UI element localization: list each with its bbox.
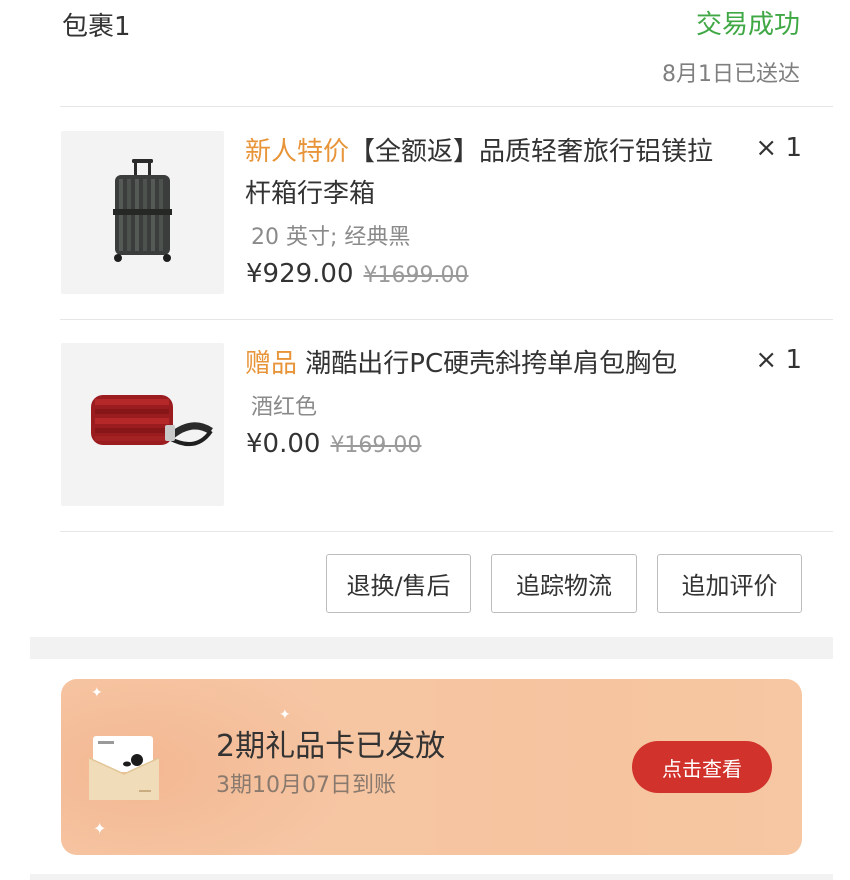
section-separator <box>30 874 833 880</box>
delivery-status: 8月1日已送达 <box>662 62 800 87</box>
promo-tag: 新人特价 <box>245 137 350 167</box>
gift-card-banner[interactable]: ✦ ✦ ✦ 2期礼品卡已发放 3期10月07日到账 点击查看 <box>61 679 802 855</box>
shoulder-bag-icon <box>91 395 213 447</box>
product-spec: 20 英寸; 经典黑 <box>251 225 411 250</box>
gift-envelope-icon <box>89 736 159 800</box>
gift-card-subtitle: 3期10月07日到账 <box>216 773 396 798</box>
gift-card-title: 2期礼品卡已发放 <box>216 729 446 764</box>
product-image[interactable] <box>61 343 224 506</box>
original-price: ¥169.00 <box>330 433 422 458</box>
original-price: ¥1699.00 <box>363 263 469 288</box>
product-quantity: × 1 <box>755 345 802 375</box>
add-review-button[interactable]: 追加评价 <box>657 554 802 613</box>
product-quantity: × 1 <box>755 133 802 163</box>
package-title: 包裹1 <box>62 12 131 42</box>
return-aftersale-button[interactable]: 退换/售后 <box>326 554 471 613</box>
product-title: 潮酷出行PC硬壳斜挎单肩包胸包 <box>297 349 678 379</box>
price-row: ¥0.00 ¥169.00 <box>246 429 421 459</box>
price-row: ¥929.00 ¥1699.00 <box>246 259 469 289</box>
divider <box>60 106 833 107</box>
product-image[interactable] <box>61 131 224 294</box>
track-logistics-button[interactable]: 追踪物流 <box>491 554 637 613</box>
product-name[interactable]: 赠品 潮酷出行PC硬壳斜挎单肩包胸包 <box>245 343 725 385</box>
sparkle-icon: ✦ <box>93 819 107 838</box>
view-gift-card-button[interactable]: 点击查看 <box>632 741 772 793</box>
package-header: 包裹1 交易成功 8月1日已送达 <box>0 0 850 106</box>
suitcase-icon <box>113 159 172 262</box>
order-status: 交易成功 <box>695 10 800 40</box>
product-name[interactable]: 新人特价【全额返】品质轻奢旅行铝镁拉杆箱行李箱 <box>245 131 725 215</box>
product-spec: 酒红色 <box>251 395 318 420</box>
product-price: ¥0.00 <box>246 429 321 459</box>
product-price: ¥929.00 <box>246 259 354 289</box>
divider <box>60 531 833 532</box>
sparkle-icon: ✦ <box>91 685 103 701</box>
gift-tag: 赠品 <box>245 349 298 379</box>
section-separator <box>30 637 833 659</box>
divider <box>60 319 833 320</box>
